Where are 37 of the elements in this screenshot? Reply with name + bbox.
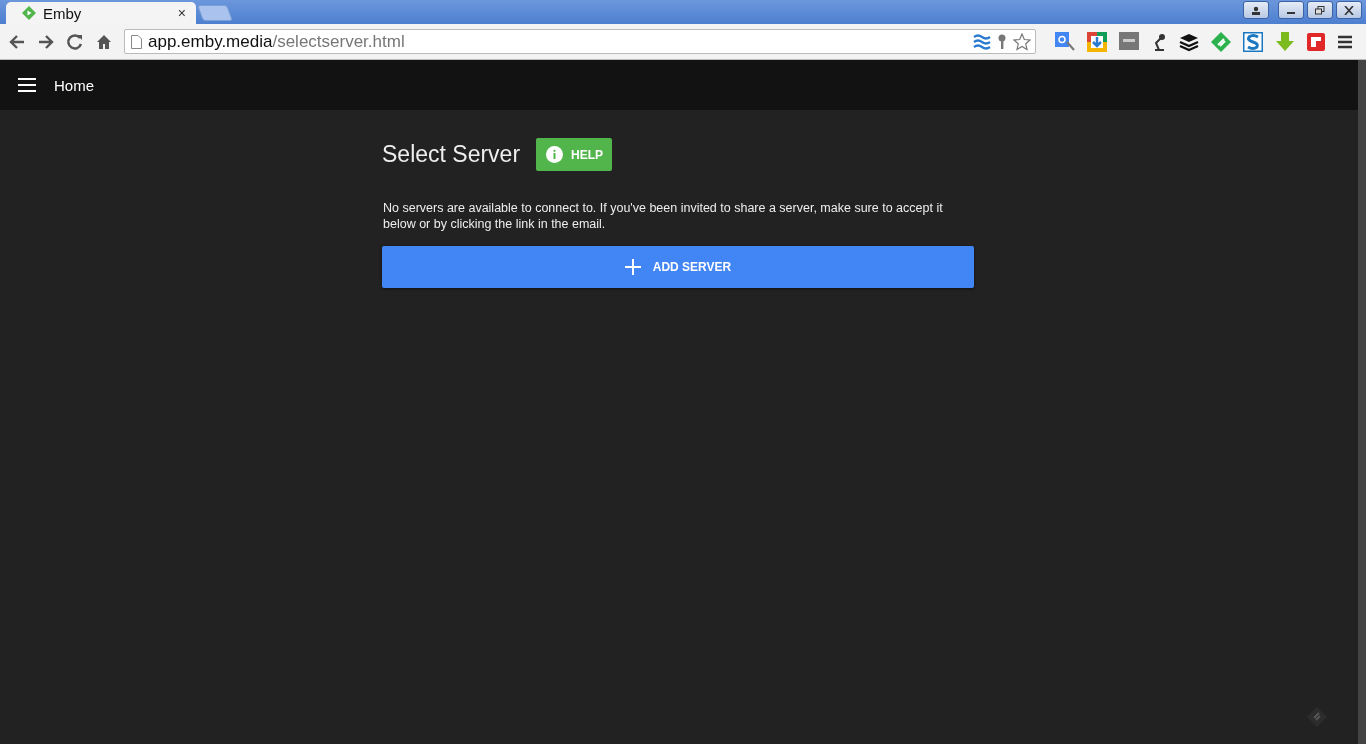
home-icon[interactable] (95, 32, 113, 51)
star-icon[interactable] (1013, 32, 1031, 51)
plus-icon (624, 259, 641, 275)
info-icon (546, 146, 564, 163)
person-icon (1251, 5, 1261, 15)
diamond-icon[interactable] (1211, 31, 1231, 52)
diamond-logo-icon (1306, 706, 1328, 728)
tab-title: Emby (43, 4, 83, 22)
no-servers-message: No servers are available to connect to. If you've been invited to share a server, make sure to accept it below or by clicking the link in the email. (383, 200, 944, 232)
close-icon (1344, 5, 1354, 15)
page-title: Select Server (382, 141, 521, 168)
tab-close-button[interactable]: × (177, 5, 186, 21)
play-diamond-icon (22, 6, 36, 20)
menu-icon[interactable] (1337, 33, 1353, 50)
page-icon (131, 34, 142, 49)
s-letter-icon[interactable] (1243, 31, 1263, 52)
flipboard-icon[interactable] (1307, 32, 1325, 51)
menu-icon[interactable] (18, 78, 36, 92)
url-text: app.emby.media/selectserver.html (148, 31, 405, 52)
key-icon[interactable] (997, 33, 1007, 50)
forward-arrow-icon[interactable] (37, 32, 55, 51)
minimize-icon (1287, 11, 1295, 14)
reload-icon[interactable] (66, 32, 84, 51)
restore-icon (1315, 5, 1325, 15)
header-title: Home (54, 76, 94, 94)
back-arrow-icon[interactable] (8, 32, 26, 51)
add-server-button[interactable]: ADD SERVER (382, 246, 974, 288)
keyboard-icon[interactable] (1119, 31, 1139, 52)
browser-tab[interactable]: Emby × (6, 2, 196, 24)
waves-icon[interactable] (973, 33, 991, 50)
address-bar[interactable]: app.emby.media/selectserver.html (124, 29, 1036, 54)
minimize-button[interactable] (1278, 1, 1304, 19)
restore-button[interactable] (1307, 1, 1333, 19)
profile-button[interactable] (1243, 1, 1269, 19)
layers-icon[interactable] (1179, 31, 1199, 52)
scrollbar[interactable] (1358, 60, 1366, 744)
close-window-button[interactable] (1336, 1, 1362, 19)
